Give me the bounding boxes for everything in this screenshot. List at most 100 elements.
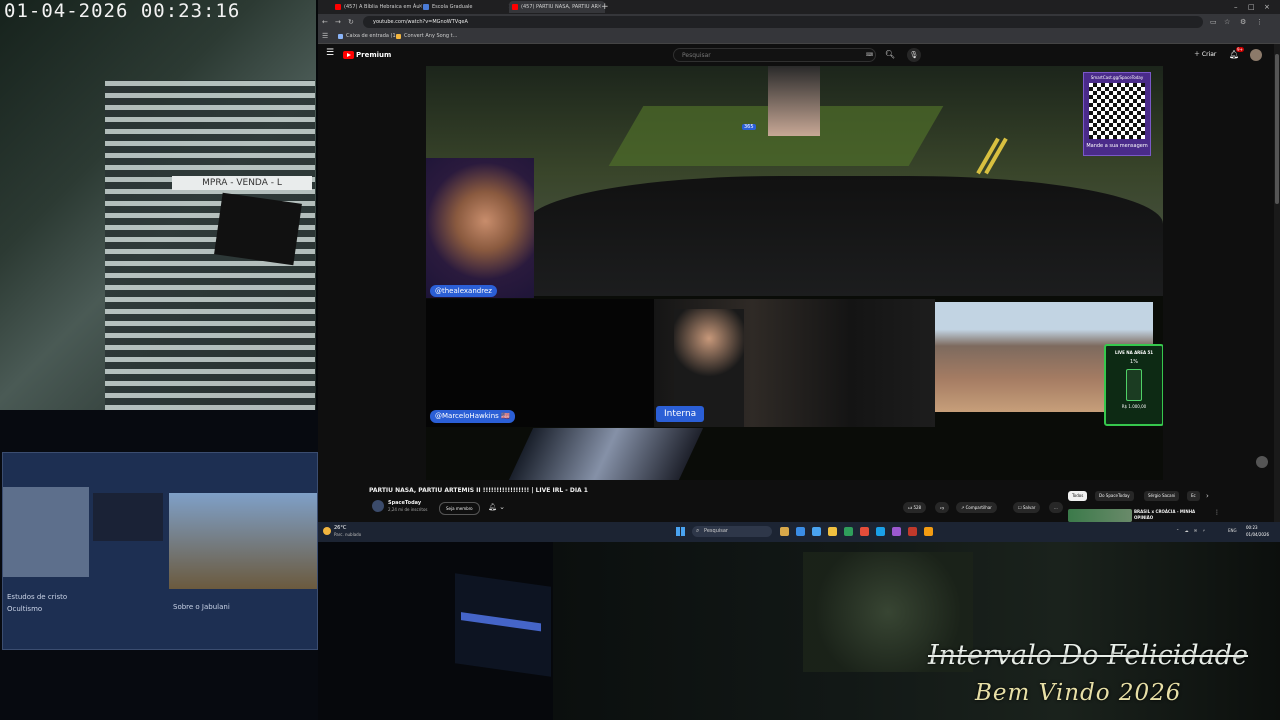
goal-progress-bar (1126, 369, 1142, 401)
goal-amount: R$ 1.000,00 (1121, 404, 1147, 409)
weather-desc: Parc. nublado (334, 532, 362, 537)
browser-menu-icon[interactable]: ⋮ (1256, 16, 1263, 28)
search-input[interactable]: Pesquisar (673, 48, 876, 62)
mail-icon (338, 34, 343, 39)
recommended-thumbnail[interactable] (1068, 509, 1132, 522)
taskbar-search[interactable]: Pesquisar (692, 526, 772, 537)
browser-tab[interactable]: Escola Graduale × (420, 1, 516, 13)
search-icon[interactable]: 🔍︎ (883, 48, 897, 62)
video-title: PARTIU NASA, PARTIU ARTEMIS II !!!!!!!!!… (369, 487, 588, 494)
qr-header: SmartCast.gg/SpaceToday (1090, 75, 1144, 80)
goal-widget: LIVE NA AREA 51 1% R$ 1.000,00 (1104, 344, 1163, 426)
share-button[interactable]: ↗ Compartilhar (956, 502, 997, 513)
taskbar-app-icon[interactable] (796, 527, 805, 536)
forward-icon[interactable]: → (335, 16, 341, 28)
system-tray-icons[interactable]: ⌃ ☁ ✉ ⚡ (1176, 528, 1207, 533)
more-options-icon[interactable]: ⋮ (1214, 509, 1220, 516)
join-button[interactable]: Seja membro (439, 502, 480, 515)
hamburger-menu-icon[interactable]: ☰ (326, 48, 334, 58)
channel-watermark-icon[interactable] (1256, 456, 1268, 468)
street-sign: MPRA - VENDA - L (172, 176, 312, 190)
qr-code-icon (1089, 83, 1145, 139)
notification-badge: 9+ (1236, 47, 1244, 52)
chip-all[interactable]: Todos (1068, 491, 1088, 501)
taskbar-app-icon[interactable] (924, 527, 933, 536)
laptop-text: Sobre o Jabulani (173, 603, 230, 611)
keyboard-icon[interactable]: ⌨ (866, 52, 873, 58)
browser-tab-bar: (457) A Bíblia Hebraica em Áu × Escola G… (318, 0, 1280, 14)
youtube-logo-text: Premium (356, 51, 392, 59)
camera-timestamp: 01-04-2026 00:23:16 (4, 0, 241, 22)
phone-screen (508, 428, 704, 480)
weather-icon[interactable] (323, 527, 331, 535)
clock-date[interactable]: 01/04/2026 (1246, 532, 1269, 537)
monitor-highlight (461, 612, 541, 632)
taskbar-app-icon[interactable] (844, 527, 853, 536)
maximize-icon[interactable]: □ (1248, 1, 1255, 13)
like-button[interactable]: 👍︎ 528 (903, 502, 927, 513)
youtube-page: ☰ Premium Pesquisar ⌨ 🔍︎ 🎙︎ ＋ Criar 🔔︎ 9… (318, 44, 1280, 522)
extensions-icon[interactable]: ⚙ (1240, 16, 1246, 28)
create-button[interactable]: ＋ Criar (1194, 49, 1216, 61)
site-icon (423, 4, 429, 10)
laptop-pane-game (169, 493, 317, 589)
chevron-right-icon[interactable]: › (1206, 491, 1209, 501)
chip-spacetoday[interactable]: Do SpaceToday (1095, 491, 1134, 501)
laptop-pane-video (93, 493, 163, 541)
bookmarks-bar: ☰ Caixa de entrada (1... Convert Any Son… (318, 30, 1280, 44)
chip-sergio-sacani[interactable]: Sérgio Sacani (1144, 491, 1180, 501)
room-camera-feed: MPRA - VENDA - L (0, 0, 316, 410)
music-icon (396, 34, 401, 39)
recommended-title[interactable]: BRASIL x CROÁCIA - MINHA OPINIÃO (1134, 509, 1214, 521)
channel-subscribers: 2,24 mi de inscritos (388, 507, 428, 512)
taskbar-app-icon[interactable] (780, 527, 789, 536)
youtube-play-icon (343, 51, 354, 59)
page-scrollbar[interactable] (1274, 44, 1280, 522)
url-field[interactable]: youtube.com/watch?v=MGnoWTVqeA (363, 16, 1203, 28)
minimize-icon[interactable]: – (1234, 1, 1238, 13)
search-icon: ⌕ (696, 527, 700, 534)
overlay-subtitle: Bem Vindo 2026 (975, 680, 1182, 706)
taskbar-app-icon[interactable] (908, 527, 917, 536)
save-button[interactable]: ☐ Salvar (1013, 502, 1041, 513)
qr-code-panel: SmartCast.gg/SpaceToday Mande a sua mens… (1083, 72, 1151, 156)
back-icon[interactable]: ← (322, 16, 328, 28)
user-avatar[interactable] (1250, 49, 1262, 61)
windows-start-icon[interactable] (676, 527, 685, 536)
bookmark-item[interactable]: Convert Any Song t... (396, 30, 457, 43)
video-player[interactable]: 365 SmartCast.gg/SpaceToday Mande a sua … (426, 66, 1163, 480)
laptop-text: Ocultismo (7, 605, 43, 613)
scrollbar-thumb[interactable] (1275, 54, 1279, 204)
language-indicator[interactable]: ENG (1228, 528, 1237, 533)
laptop-pane-left (3, 487, 89, 577)
taskbar-app-icon[interactable] (812, 527, 821, 536)
youtube-icon (335, 4, 341, 10)
taskbar-app-icon[interactable] (876, 527, 885, 536)
bookmark-item[interactable]: Caixa de entrada (1... (338, 30, 400, 43)
clock-time[interactable]: 00:23 (1246, 525, 1258, 530)
weather-temp: 26°C (334, 525, 347, 531)
microphone-icon[interactable]: 🎙︎ (907, 48, 921, 62)
guest-tag-alex: @thealexandrez (430, 285, 497, 297)
more-actions-button[interactable]: ... (1049, 502, 1063, 513)
browser-tab-active[interactable]: (457) PARTIU NASA, PARTIU AR × (509, 1, 605, 13)
channel-avatar[interactable] (372, 500, 384, 512)
tab-label: (457) A Bíblia Hebraica em Áu (344, 4, 420, 10)
apps-icon[interactable]: ☰ (322, 30, 328, 43)
tab-label: (457) PARTIU NASA, PARTIU AR (521, 4, 598, 10)
taskbar-app-icon[interactable] (860, 527, 869, 536)
goal-percent: 1% (1130, 359, 1138, 365)
cast-icon[interactable]: ▭ (1210, 16, 1217, 28)
taskbar-app-icon[interactable] (828, 527, 837, 536)
channel-name[interactable]: SpaceToday (388, 500, 421, 506)
bookmark-star-icon[interactable]: ☆ (1224, 16, 1230, 28)
taskbar-app-icon[interactable] (892, 527, 901, 536)
chip-more[interactable]: Ec (1187, 491, 1200, 501)
browser-tab[interactable]: (457) A Bíblia Hebraica em Áu × (332, 1, 426, 13)
close-window-icon[interactable]: × (1264, 1, 1270, 13)
dislike-button[interactable]: 👎︎ (935, 502, 950, 513)
reload-icon[interactable]: ↻ (348, 16, 354, 28)
subscription-bell-icon[interactable]: 🔔︎ ⌄ (488, 502, 505, 513)
youtube-header: ☰ Premium Pesquisar ⌨ 🔍︎ 🎙︎ ＋ Criar 🔔︎ 9… (318, 44, 1280, 66)
new-tab-button[interactable]: + (601, 1, 609, 13)
